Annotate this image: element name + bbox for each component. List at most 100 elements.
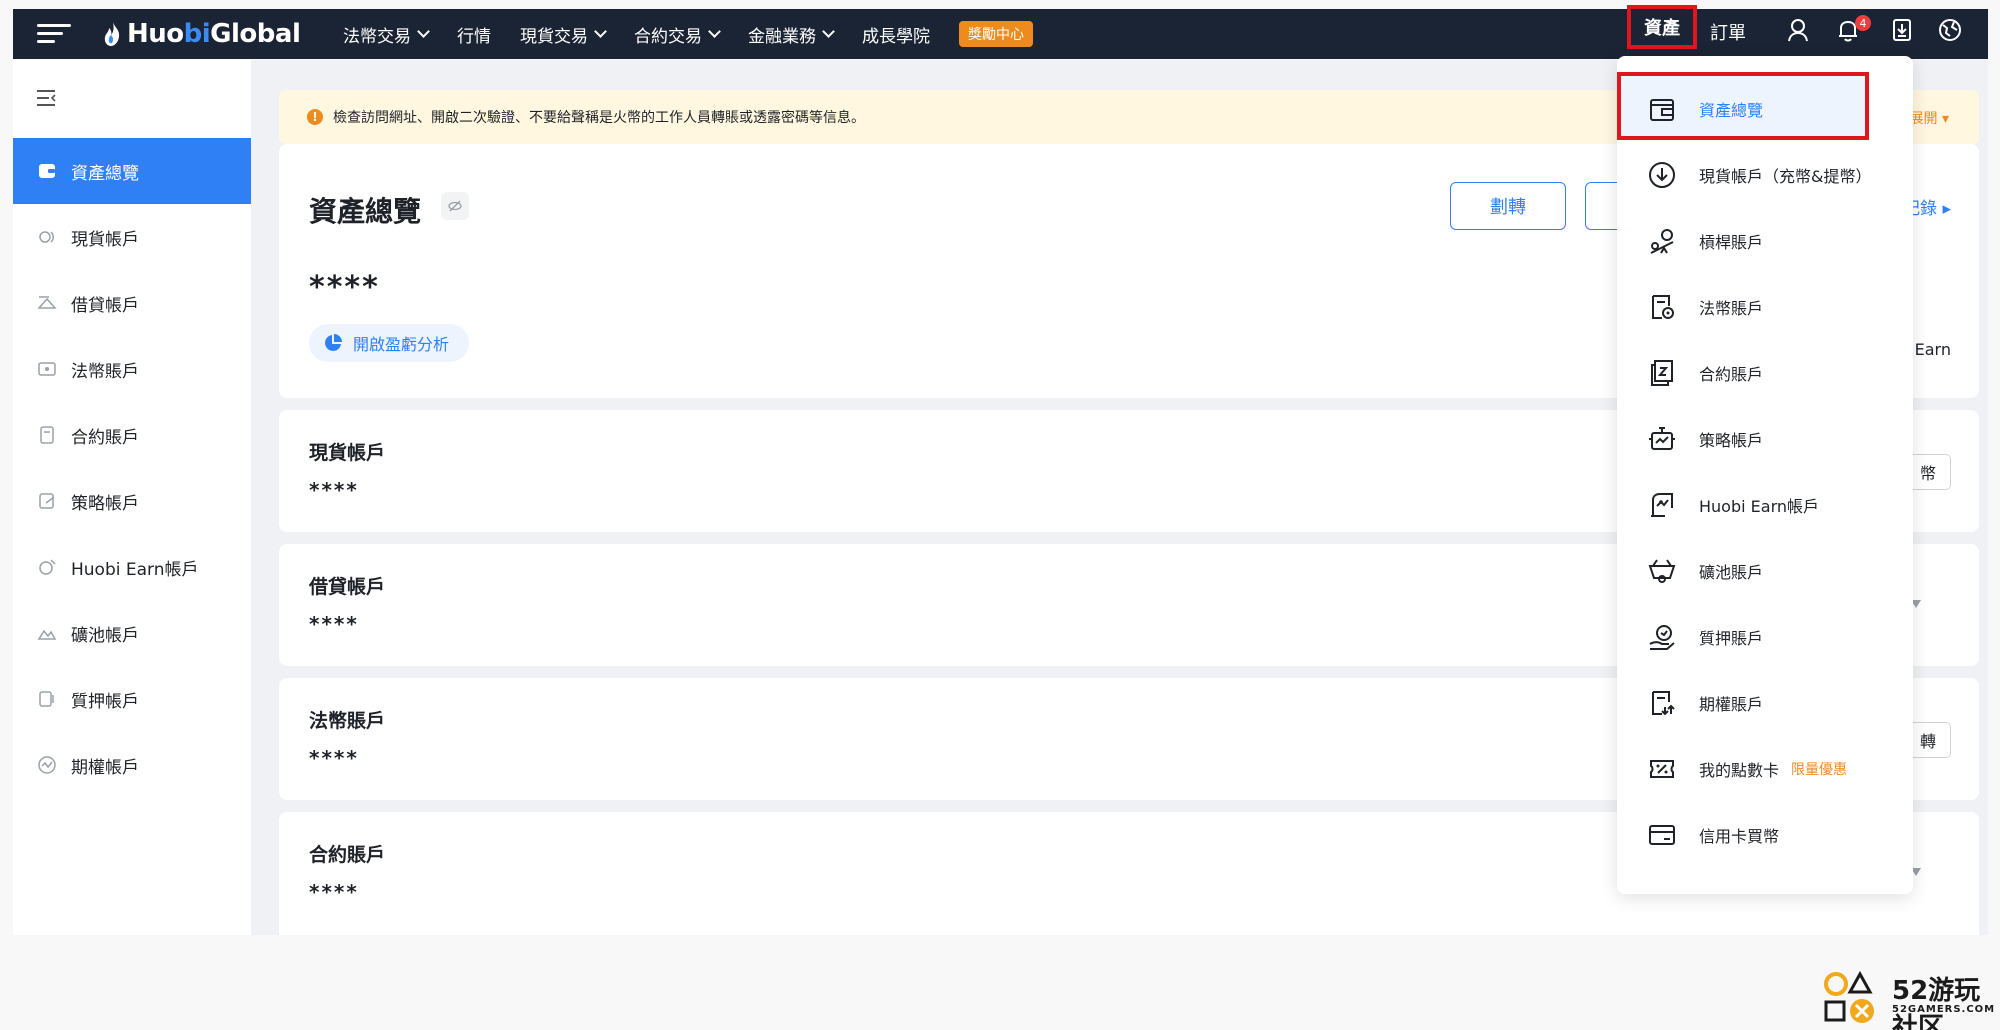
strategy-icon: [39, 493, 55, 509]
sidebar-item-overview[interactable]: 資產總覽: [13, 138, 251, 204]
notice-expand-button[interactable]: 展開 ▾: [1910, 108, 1949, 128]
sidebar-item-earn[interactable]: Huobi Earn帳戶: [13, 534, 251, 600]
notification-count-badge: 4: [1855, 15, 1871, 31]
reward-center-button[interactable]: 獎勵中心: [959, 21, 1033, 47]
sidebar-item-spot[interactable]: 現貨帳戶: [13, 204, 251, 270]
dropdown-item-label: 法幣賬戶: [1699, 299, 1764, 318]
user-icon[interactable]: [1785, 17, 1811, 43]
sidebar-item-loan[interactable]: 借貸帳戶: [13, 270, 251, 336]
globe-icon[interactable]: [1937, 17, 1963, 43]
dropdown-item-fiat[interactable]: 法幣賬戶: [1617, 274, 1913, 340]
staking-hand-icon: [1649, 625, 1675, 650]
earn-icon: [39, 559, 56, 575]
dropdown-item-pool[interactable]: 礦池賬戶: [1617, 538, 1913, 604]
dropdown-item-label: 現貨帳戶（充幣&提幣）: [1699, 167, 1872, 186]
download-app-icon[interactable]: [1889, 17, 1915, 43]
dropdown-item-label: 信用卡買幣: [1699, 827, 1780, 846]
contract-doc-icon: [1651, 360, 1673, 386]
account-balance-hidden: ****: [309, 746, 359, 770]
wallet-icon: [39, 164, 55, 178]
dropdown-item-leverage[interactable]: 槓桿賬戶: [1617, 208, 1913, 274]
loan-icon: [37, 296, 57, 309]
fiat-doc-icon: [1652, 295, 1674, 319]
spot-icon: [39, 231, 54, 243]
sidebar-item-fiat[interactable]: 法幣賬戶: [13, 336, 251, 402]
dropdown-item-credit-card[interactable]: 信用卡買幣: [1617, 802, 1913, 868]
collapse-sidebar-icon[interactable]: [35, 88, 57, 108]
nav-assets-button[interactable]: 資產: [1627, 5, 1697, 49]
credit-card-icon: [1649, 825, 1675, 845]
watermark-logo: 52游玩社区 52GAMERS.COM: [1822, 968, 1996, 1030]
warning-icon: !: [307, 109, 323, 125]
dropdown-item-label: 礦池賬戶: [1699, 563, 1764, 582]
sidebar-item-staking[interactable]: 質押帳戶: [13, 666, 251, 732]
nav-market[interactable]: 行情: [457, 22, 491, 47]
nav-label: 合約交易: [634, 26, 702, 47]
pnl-analysis-button[interactable]: 開啟盈虧分析: [309, 324, 470, 362]
dropdown-item-spot[interactable]: 現貨帳戶（充幣&提幣）: [1617, 142, 1913, 208]
download-circle-icon: [1649, 162, 1675, 188]
sidebar-item-contract[interactable]: 合約賬戶: [13, 402, 251, 468]
logo-global: Global: [210, 19, 301, 49]
dropdown-item-label: 期權賬戶: [1699, 695, 1764, 714]
transfer-button[interactable]: 劃轉: [1450, 182, 1566, 230]
account-balance-hidden: ****: [309, 478, 359, 502]
dropdown-item-strategy[interactable]: 策略帳戶: [1617, 406, 1913, 472]
nav-finance[interactable]: 金融業務: [748, 22, 835, 47]
dropdown-item-label: 合約賬戶: [1699, 365, 1764, 384]
account-title: 合約賬戶: [309, 844, 386, 866]
sidebar-item-label: 法幣賬戶: [71, 361, 139, 382]
sidebar-item-label: 期權帳戶: [71, 757, 139, 778]
hamburger-menu-icon[interactable]: [37, 21, 71, 47]
total-balance-hidden: ****: [309, 270, 380, 305]
dropdown-item-earn[interactable]: Huobi Earn帳戶: [1617, 472, 1913, 538]
nav-spot-trade[interactable]: 現貨交易: [520, 22, 607, 47]
assets-dropdown-items: 資產總覽 現貨帳戶（充幣&提幣） 槓桿賬戶 法幣賬戶 合約賬戶 策略帳戶 Huo…: [1617, 56, 1913, 894]
dropdown-item-options[interactable]: 期權賬戶: [1617, 670, 1913, 736]
options-doc-icon: [1652, 691, 1675, 716]
pnl-label: 開啟盈虧分析: [353, 335, 450, 354]
pool-icon: [37, 629, 57, 640]
nav-label: 金融業務: [748, 26, 816, 47]
account-title: 現貨帳戶: [309, 442, 386, 464]
huobi-logo[interactable]: Huo bi Global: [103, 17, 301, 51]
nav-orders-button[interactable]: 訂單: [1710, 19, 1746, 45]
logo-bi: bi: [183, 19, 211, 49]
expand-label: 展開: [1909, 111, 1938, 127]
dropdown-item-staking[interactable]: 質押賬戶: [1617, 604, 1913, 670]
nav-contract-trade[interactable]: 合約交易: [634, 22, 721, 47]
nav-academy[interactable]: 成長學院: [862, 22, 930, 47]
sidebar-item-strategy[interactable]: 策略帳戶: [13, 468, 251, 534]
chevron-down-icon: [417, 25, 430, 38]
mining-cart-icon: [1648, 559, 1676, 583]
flame-icon: [104, 22, 120, 46]
nav-label: 現貨交易: [520, 26, 588, 47]
dropdown-item-point-card[interactable]: 我的點數卡 限量優惠: [1617, 736, 1913, 802]
sidebar-item-label: 策略帳戶: [71, 493, 139, 514]
nav-label: 成長學院: [862, 26, 930, 47]
contract-icon: [40, 426, 54, 444]
pie-chart-icon: [325, 334, 342, 351]
logo-huo: Huo: [127, 19, 184, 49]
watermark-subtitle: 52GAMERS.COM: [1892, 1004, 1996, 1015]
account-title: 借貸帳戶: [309, 576, 386, 598]
dropdown-item-label: Huobi Earn帳戶: [1699, 497, 1820, 516]
gamers-logo-icon: [1824, 970, 1874, 1023]
top-navbar: Huo bi Global 法幣交易 行情 現貨交易 合約交易 金融業務 成長學院…: [13, 5, 1988, 59]
staking-icon: [39, 691, 54, 707]
nav-fiat-trade[interactable]: 法幣交易: [343, 22, 430, 47]
sidebar-item-label: 礦池帳戶: [71, 625, 139, 646]
dropdown-item-label: 我的點數卡: [1699, 761, 1780, 780]
chevron-down-icon: [822, 25, 835, 38]
point-card-icon: [1650, 760, 1674, 778]
eye-off-icon[interactable]: [441, 192, 469, 220]
sidebar-item-options[interactable]: 期權帳戶: [13, 732, 251, 798]
dropdown-item-label: 質押賬戶: [1699, 629, 1764, 648]
dropdown-item-contract[interactable]: 合約賬戶: [1617, 340, 1913, 406]
sidebar-item-label: Huobi Earn帳戶: [71, 559, 199, 580]
chevron-down-icon: [708, 25, 721, 38]
nav-label: 行情: [457, 26, 491, 47]
sidebar-item-pool[interactable]: 礦池帳戶: [13, 600, 251, 666]
dropdown-item-overview[interactable]: 資產總覽: [1617, 76, 1913, 142]
account-balance-hidden: ****: [309, 612, 359, 636]
